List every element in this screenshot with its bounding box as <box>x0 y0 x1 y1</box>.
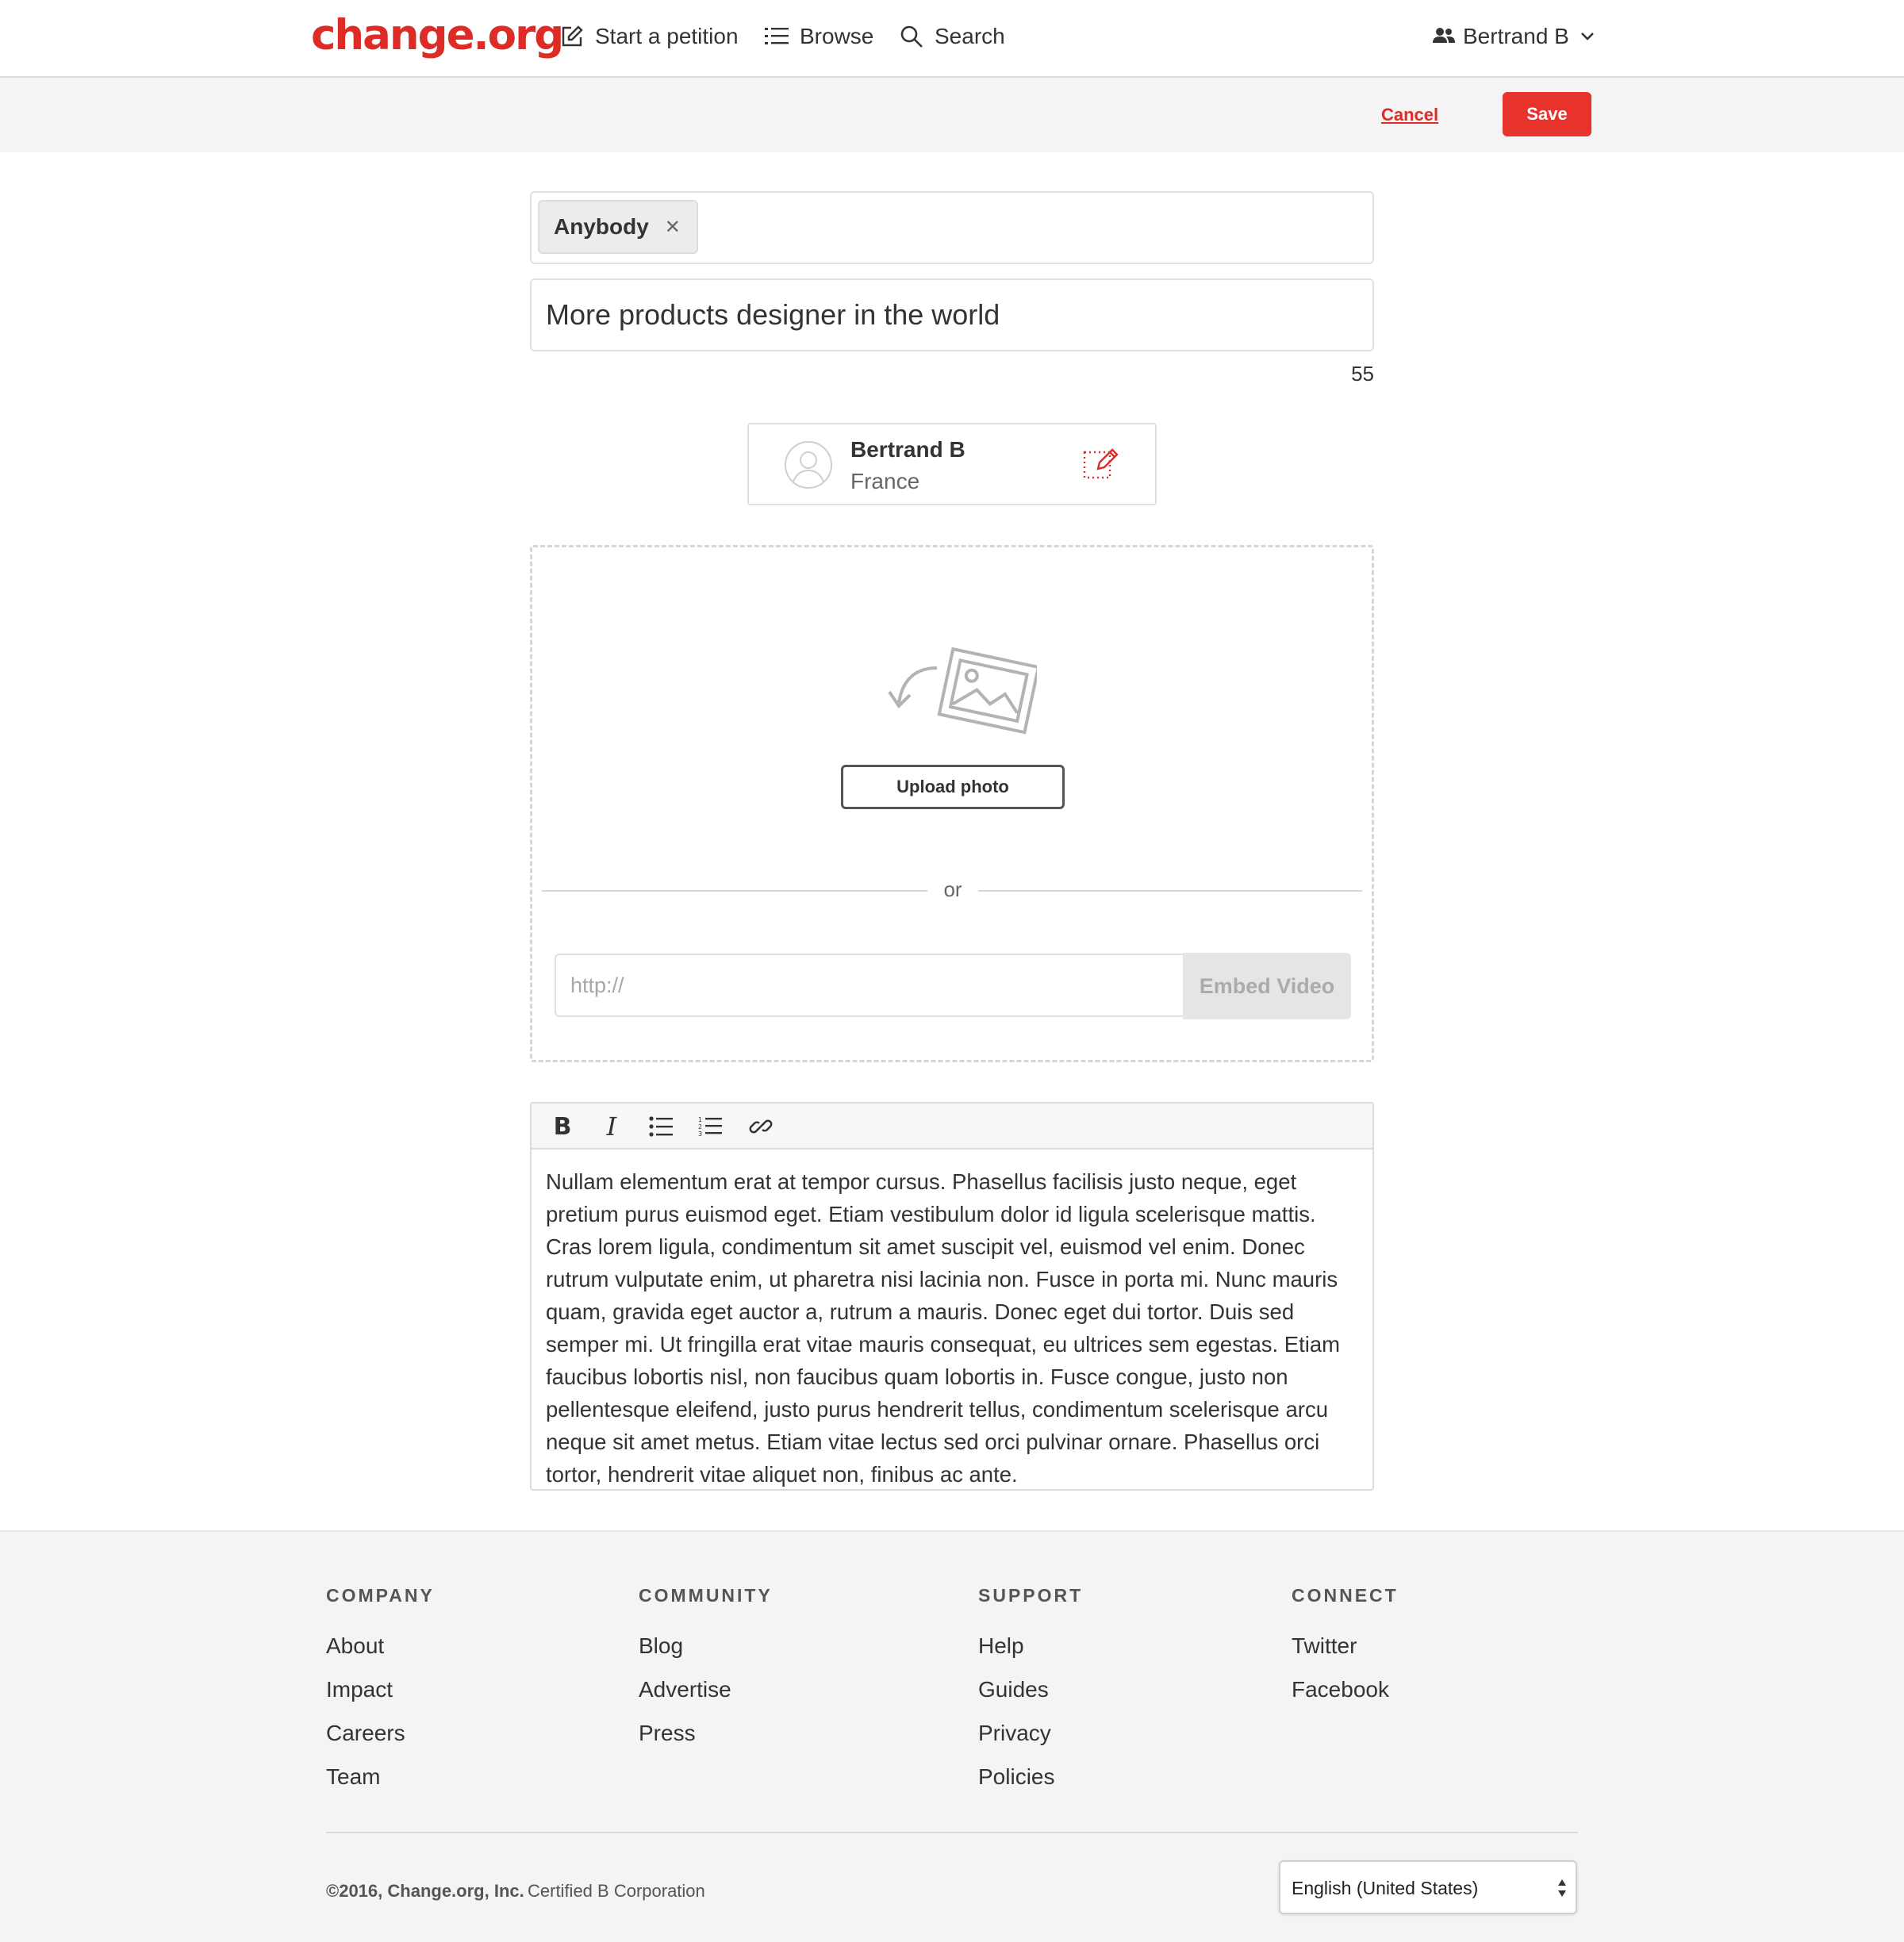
footer-column-company: COMPANY About Impact Careers Team <box>326 1585 435 1798</box>
user-menu[interactable]: Bertrand B <box>1433 24 1595 49</box>
footer-link-blog[interactable]: Blog <box>639 1624 773 1668</box>
author-card: Bertrand B France <box>747 423 1157 505</box>
change-org-logo[interactable]: change.org <box>311 11 564 59</box>
certification-text: Certified B Corporation <box>528 1881 705 1901</box>
italic-icon[interactable]: I <box>598 1111 625 1142</box>
media-dropzone[interactable]: Upload photo or Embed Video <box>530 545 1374 1062</box>
search-icon <box>900 25 923 48</box>
upload-photo-icon <box>888 647 1037 735</box>
footer-link-advertise[interactable]: Advertise <box>639 1668 773 1711</box>
target-tag: Anybody ✕ <box>538 200 698 254</box>
footer-heading: COMMUNITY <box>639 1585 773 1606</box>
start-petition-label: Start a petition <box>595 24 739 48</box>
video-url-input[interactable] <box>555 954 1186 1017</box>
chevron-down-icon <box>1580 33 1594 40</box>
user-name: Bertrand B <box>1463 24 1569 48</box>
footer-link-about[interactable]: About <box>326 1624 435 1668</box>
svg-text:3: 3 <box>698 1130 702 1138</box>
footer-heading: SUPPORT <box>978 1585 1084 1606</box>
footer-link-help[interactable]: Help <box>978 1624 1083 1668</box>
footer-column-community: COMMUNITY Blog Advertise Press <box>639 1585 773 1755</box>
or-separator: or <box>927 877 978 902</box>
footer-link-guides[interactable]: Guides <box>978 1668 1083 1711</box>
avatar-icon <box>785 441 832 489</box>
edit-author-icon[interactable] <box>1082 445 1119 482</box>
editor-text-area[interactable]: Nullam elementum erat at tempor cursus. … <box>546 1165 1363 1491</box>
petition-title-input[interactable]: More products designer in the world <box>530 278 1374 351</box>
link-icon[interactable] <box>747 1113 774 1140</box>
divider <box>542 890 927 892</box>
author-name: Bertrand B <box>850 437 965 462</box>
select-arrows-icon <box>1558 1879 1566 1897</box>
remove-tag-icon[interactable]: ✕ <box>665 216 681 239</box>
footer-heading: COMPANY <box>326 1585 435 1606</box>
target-tag-label: Anybody <box>554 214 649 239</box>
footer-heading: CONNECT <box>1292 1585 1399 1606</box>
footer-link-impact[interactable]: Impact <box>326 1668 435 1711</box>
divider <box>326 1832 1578 1833</box>
bold-icon[interactable]: B <box>549 1113 576 1141</box>
search-label: Search <box>935 24 1005 48</box>
author-location: France <box>850 469 920 493</box>
numbered-list-icon[interactable]: 1 2 3 <box>697 1113 724 1140</box>
cancel-link[interactable]: Cancel <box>1381 105 1438 125</box>
save-button[interactable]: Save <box>1503 92 1591 136</box>
browse-link[interactable]: Browse <box>765 24 873 49</box>
svg-text:1: 1 <box>698 1116 702 1123</box>
footer-column-support: SUPPORT Help Guides Privacy Policies <box>978 1585 1083 1798</box>
footer-link-careers[interactable]: Careers <box>326 1711 435 1755</box>
footer-link-policies[interactable]: Policies <box>978 1755 1083 1798</box>
site-footer: COMPANY About Impact Careers Team COMMUN… <box>0 1530 1904 1942</box>
language-value: English (United States) <box>1292 1878 1479 1898</box>
svg-text:2: 2 <box>698 1123 702 1130</box>
footer-link-privacy[interactable]: Privacy <box>978 1711 1083 1755</box>
embed-video-button[interactable]: Embed Video <box>1183 953 1351 1019</box>
search-link[interactable]: Search <box>900 24 1005 49</box>
footer-link-team[interactable]: Team <box>326 1755 435 1798</box>
petition-target-field[interactable]: Anybody ✕ <box>530 191 1374 264</box>
top-navigation: change.org Start a petition Browse Searc… <box>0 0 1904 78</box>
footer-link-twitter[interactable]: Twitter <box>1292 1624 1399 1668</box>
copyright-text: ©2016, Change.org, Inc. <box>326 1881 524 1901</box>
users-icon <box>1433 28 1455 43</box>
footer-link-facebook[interactable]: Facebook <box>1292 1668 1399 1711</box>
editor-toolbar: B I 1 2 3 <box>532 1103 1372 1149</box>
title-char-count: 55 <box>1351 362 1374 386</box>
language-select[interactable]: English (United States) <box>1279 1860 1577 1914</box>
upload-photo-button[interactable]: Upload photo <box>841 765 1065 809</box>
bulleted-list-icon[interactable] <box>647 1113 674 1140</box>
edit-action-bar: Cancel Save <box>0 78 1904 152</box>
start-petition-link[interactable]: Start a petition <box>560 24 739 49</box>
edit-icon <box>562 25 583 47</box>
footer-link-press[interactable]: Press <box>639 1711 773 1755</box>
list-icon <box>765 28 789 44</box>
divider <box>978 890 1362 892</box>
footer-column-connect: CONNECT Twitter Facebook <box>1292 1585 1399 1711</box>
petition-description-editor: B I 1 2 3 Nullam elementum erat at tempo… <box>530 1102 1374 1491</box>
browse-label: Browse <box>800 24 874 48</box>
